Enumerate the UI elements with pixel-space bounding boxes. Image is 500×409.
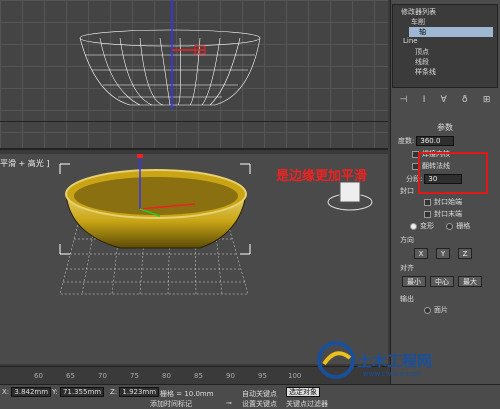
watermark-url: www.civilcn.com <box>363 370 422 378</box>
degrees-spinner[interactable]: 360.0 <box>416 136 455 146</box>
output-header: 输出 <box>400 295 414 303</box>
coord-x: X: 3.842mm <box>2 387 52 397</box>
coord-z: Z: 1.923mm <box>110 387 160 397</box>
morph-radio[interactable] <box>410 222 417 230</box>
params-rollout-header[interactable]: 参数 <box>394 122 496 133</box>
align-max-button[interactable]: 最大 <box>458 276 482 287</box>
coord-y-label: Y: <box>52 388 58 396</box>
selected-object-dropdown[interactable]: 选定对象 <box>286 387 320 397</box>
dir-y-button[interactable]: Y <box>436 248 450 259</box>
modifier-stack[interactable]: 修改器列表 车削 轴 Line 顶点 线段 样条线 <box>392 4 498 88</box>
align-min-button[interactable]: 最小 <box>402 276 426 287</box>
tick-label: 75 <box>130 372 139 380</box>
morph-label: 变形 <box>420 222 434 230</box>
cap-header: 封口 <box>400 187 414 195</box>
grid-size-text: 栅格 = 10.0mm <box>160 390 214 398</box>
highlight-box <box>418 152 488 194</box>
modifier-line[interactable]: Line <box>403 37 418 45</box>
cap-type-row: 变形 栅格 <box>410 221 470 231</box>
watermark-name: 土木工程网 <box>357 352 433 370</box>
tick-label: 90 <box>226 372 235 380</box>
perspective-viewport[interactable] <box>0 154 388 364</box>
coord-x-label: X: <box>2 388 10 396</box>
gold-bowl <box>59 154 373 295</box>
patch-radio[interactable] <box>424 306 431 314</box>
make-unique-icon[interactable]: ∀ <box>441 95 447 105</box>
watermark-logo <box>317 341 355 379</box>
coord-z-field[interactable]: 1.923mm <box>119 387 160 397</box>
modifier-axis[interactable]: 轴 <box>409 27 493 37</box>
viewport-label[interactable]: 平滑 + 高光 ] <box>0 158 49 169</box>
selected-object-value: 选定对象 <box>286 387 320 397</box>
wireframe-bowl <box>79 0 261 110</box>
auto-key-button[interactable]: 自动关键点 <box>242 389 277 399</box>
patch-label: 面片 <box>434 306 448 314</box>
degrees-row: 度数: 360.0 <box>398 136 455 146</box>
key-filter-button[interactable]: 关键点过滤器 <box>286 399 328 409</box>
add-time-tag[interactable]: 添加时间标记 <box>150 399 192 409</box>
coord-x-field[interactable]: 3.842mm <box>11 387 52 397</box>
tick-label: 70 <box>98 372 107 380</box>
tick-label: 95 <box>258 372 267 380</box>
tick-label: 80 <box>162 372 171 380</box>
cap-end-label: 封口末端 <box>434 210 462 218</box>
tick-label: 65 <box>66 372 75 380</box>
coord-z-label: Z: <box>110 388 118 396</box>
dir-x-button[interactable]: X <box>414 248 428 259</box>
grid-radio[interactable] <box>446 222 454 230</box>
configure-sets-icon[interactable]: ⊞ <box>483 95 491 105</box>
stack-toolbar: ⊣ Ⅰ ∀ ð ⊞ <box>392 92 498 108</box>
cap-start-checkbox[interactable] <box>424 198 431 206</box>
coord-y-field[interactable]: 71.355mm <box>59 387 105 397</box>
tick-label: 85 <box>194 372 203 380</box>
subobj-vertex[interactable]: 顶点 <box>415 47 429 57</box>
annotation-text: 是边缘更加平滑 <box>276 169 368 184</box>
subobj-spline[interactable]: 样条线 <box>415 67 436 77</box>
tick-label: 100 <box>288 372 302 380</box>
tick-label: 60 <box>34 372 43 380</box>
front-viewport[interactable] <box>0 0 388 150</box>
set-key-button[interactable]: 设置关键点 <box>242 399 277 409</box>
align-center-button[interactable]: 中心 <box>430 276 454 287</box>
key-icon[interactable]: ⊸ <box>226 399 232 407</box>
cap-end-row[interactable]: 封口末端 <box>424 209 462 219</box>
modifier-lathe[interactable]: 车削 <box>411 17 425 27</box>
cap-start-label: 封口始端 <box>434 198 462 206</box>
show-end-result-icon[interactable]: Ⅰ <box>423 95 426 105</box>
face-row[interactable]: 面片 <box>424 305 448 315</box>
modifier-dropdown[interactable]: 修改器列表 <box>401 7 436 17</box>
cap-end-checkbox[interactable] <box>424 210 431 218</box>
subobj-segment[interactable]: 线段 <box>415 57 429 67</box>
cap-start-row[interactable]: 封口始端 <box>424 197 462 207</box>
coord-y: Y: 71.355mm <box>52 387 105 397</box>
dir-z-button[interactable]: Z <box>458 248 472 259</box>
align-header: 对齐 <box>400 264 414 272</box>
degrees-label: 度数: <box>398 137 415 145</box>
direction-header: 方向 <box>400 236 414 244</box>
remove-modifier-icon[interactable]: ð <box>462 95 468 105</box>
grid-label: 栅格 <box>456 222 471 230</box>
pin-stack-icon[interactable]: ⊣ <box>400 95 408 105</box>
